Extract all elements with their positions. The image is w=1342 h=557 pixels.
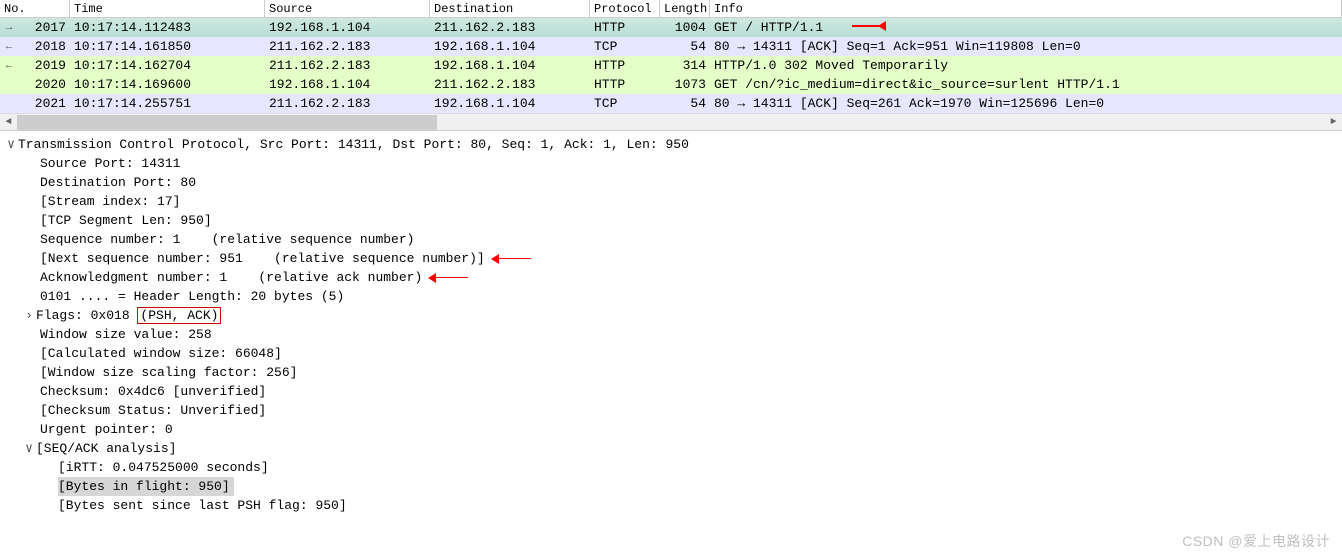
watermark: CSDN @爱上电路设计 xyxy=(1182,531,1330,551)
field-flags[interactable]: ›Flags: 0x018 (PSH, ACK) xyxy=(4,306,1342,325)
scroll-left-icon[interactable]: ◄ xyxy=(0,115,17,130)
packet-row[interactable]: ←201910:17:14.162704211.162.2.183192.168… xyxy=(0,56,1342,75)
field-checksum-status[interactable]: [Checksum Status: Unverified] xyxy=(4,401,1342,420)
cell-source: 211.162.2.183 xyxy=(265,39,430,54)
packet-row[interactable]: ←201810:17:14.161850211.162.2.183192.168… xyxy=(0,37,1342,56)
col-header-destination[interactable]: Destination xyxy=(430,0,590,17)
field-sequence-number[interactable]: Sequence number: 1 (relative sequence nu… xyxy=(4,230,1342,249)
direction-arrow-icon: → xyxy=(2,22,16,34)
col-header-info[interactable]: Info xyxy=(710,0,1342,17)
packet-row[interactable]: →201710:17:14.112483192.168.1.104211.162… xyxy=(0,18,1342,37)
cell-length: 54 xyxy=(660,96,710,111)
cell-protocol: HTTP xyxy=(590,58,660,73)
cell-destination: 211.162.2.183 xyxy=(430,20,590,35)
field-source-port[interactable]: Source Port: 14311 xyxy=(4,154,1342,173)
collapse-icon[interactable]: ∨ xyxy=(4,135,18,154)
cell-length: 1073 xyxy=(660,77,710,92)
cell-source: 192.168.1.104 xyxy=(265,77,430,92)
field-window-size[interactable]: Window size value: 258 xyxy=(4,325,1342,344)
col-header-no[interactable]: No. xyxy=(0,0,70,17)
col-header-source[interactable]: Source xyxy=(265,0,430,17)
packet-list-header: No. Time Source Destination Protocol Len… xyxy=(0,0,1342,18)
cell-destination: 211.162.2.183 xyxy=(430,77,590,92)
cell-destination: 192.168.1.104 xyxy=(430,96,590,111)
cell-info: HTTP/1.0 302 Moved Temporarily xyxy=(710,58,1342,73)
field-window-scaling[interactable]: [Window size scaling factor: 256] xyxy=(4,363,1342,382)
packet-row[interactable]: 202010:17:14.169600192.168.1.104211.162.… xyxy=(0,75,1342,94)
col-header-time[interactable]: Time xyxy=(70,0,265,17)
field-seq-ack-analysis[interactable]: ∨[SEQ/ACK analysis] xyxy=(4,439,1342,458)
cell-protocol: TCP xyxy=(590,96,660,111)
cell-no: 2021 xyxy=(0,96,70,111)
cell-source: 192.168.1.104 xyxy=(265,20,430,35)
cell-info: 80 → 14311 [ACK] Seq=261 Ack=1970 Win=12… xyxy=(710,96,1342,111)
cell-time: 10:17:14.112483 xyxy=(70,20,265,35)
scroll-right-icon[interactable]: ► xyxy=(1325,115,1342,130)
field-ack-number[interactable]: Acknowledgment number: 1 (relative ack n… xyxy=(4,268,1342,287)
expand-icon[interactable]: › xyxy=(22,306,36,325)
cell-length: 1004 xyxy=(660,20,710,35)
cell-length: 54 xyxy=(660,39,710,54)
cell-length: 314 xyxy=(660,58,710,73)
direction-arrow-icon: ← xyxy=(2,60,16,72)
field-bytes-since-psh[interactable]: [Bytes sent since last PSH flag: 950] xyxy=(4,496,1342,515)
direction-arrow-icon: ← xyxy=(2,41,16,53)
col-header-protocol[interactable]: Protocol xyxy=(590,0,660,17)
cell-destination: 192.168.1.104 xyxy=(430,58,590,73)
cell-time: 10:17:14.255751 xyxy=(70,96,265,111)
field-calc-window-size[interactable]: [Calculated window size: 66048] xyxy=(4,344,1342,363)
annotation-arrow-icon xyxy=(489,253,539,265)
cell-time: 10:17:14.162704 xyxy=(70,58,265,73)
field-next-sequence-number[interactable]: [Next sequence number: 951 (relative seq… xyxy=(4,249,1342,268)
proto-tcp-header[interactable]: ∨Transmission Control Protocol, Src Port… xyxy=(4,135,1342,154)
annotation-arrow-icon xyxy=(426,272,476,284)
cell-destination: 192.168.1.104 xyxy=(430,39,590,54)
scroll-thumb[interactable] xyxy=(17,115,437,130)
cell-info: GET / HTTP/1.1 xyxy=(710,20,1342,35)
field-bytes-in-flight[interactable]: [Bytes in flight: 950] xyxy=(4,477,1342,496)
cell-protocol: TCP xyxy=(590,39,660,54)
packet-row[interactable]: 202110:17:14.255751211.162.2.183192.168.… xyxy=(0,94,1342,113)
col-header-length[interactable]: Length xyxy=(660,0,710,17)
field-tcp-segment-len[interactable]: [TCP Segment Len: 950] xyxy=(4,211,1342,230)
cell-source: 211.162.2.183 xyxy=(265,58,430,73)
cell-protocol: HTTP xyxy=(590,20,660,35)
packet-list: No. Time Source Destination Protocol Len… xyxy=(0,0,1342,131)
cell-time: 10:17:14.161850 xyxy=(70,39,265,54)
collapse-icon[interactable]: ∨ xyxy=(22,439,36,458)
annotation-arrow-icon xyxy=(850,19,890,33)
scroll-track[interactable] xyxy=(17,115,1325,130)
cell-info: GET /cn/?ic_medium=direct&ic_source=surl… xyxy=(710,77,1342,92)
cell-protocol: HTTP xyxy=(590,77,660,92)
field-header-length[interactable]: 0101 .... = Header Length: 20 bytes (5) xyxy=(4,287,1342,306)
flags-highlight-box: (PSH, ACK) xyxy=(137,307,221,324)
field-urgent-pointer[interactable]: Urgent pointer: 0 xyxy=(4,420,1342,439)
cell-time: 10:17:14.169600 xyxy=(70,77,265,92)
cell-info: 80 → 14311 [ACK] Seq=1 Ack=951 Win=11980… xyxy=(710,39,1342,54)
cell-no: 2020 xyxy=(0,77,70,92)
field-destination-port[interactable]: Destination Port: 80 xyxy=(4,173,1342,192)
packet-detail-pane: ∨Transmission Control Protocol, Src Port… xyxy=(0,131,1342,519)
field-checksum[interactable]: Checksum: 0x4dc6 [unverified] xyxy=(4,382,1342,401)
cell-source: 211.162.2.183 xyxy=(265,96,430,111)
field-irtt[interactable]: [iRTT: 0.047525000 seconds] xyxy=(4,458,1342,477)
horizontal-scrollbar[interactable]: ◄ ► xyxy=(0,113,1342,130)
field-stream-index[interactable]: [Stream index: 17] xyxy=(4,192,1342,211)
